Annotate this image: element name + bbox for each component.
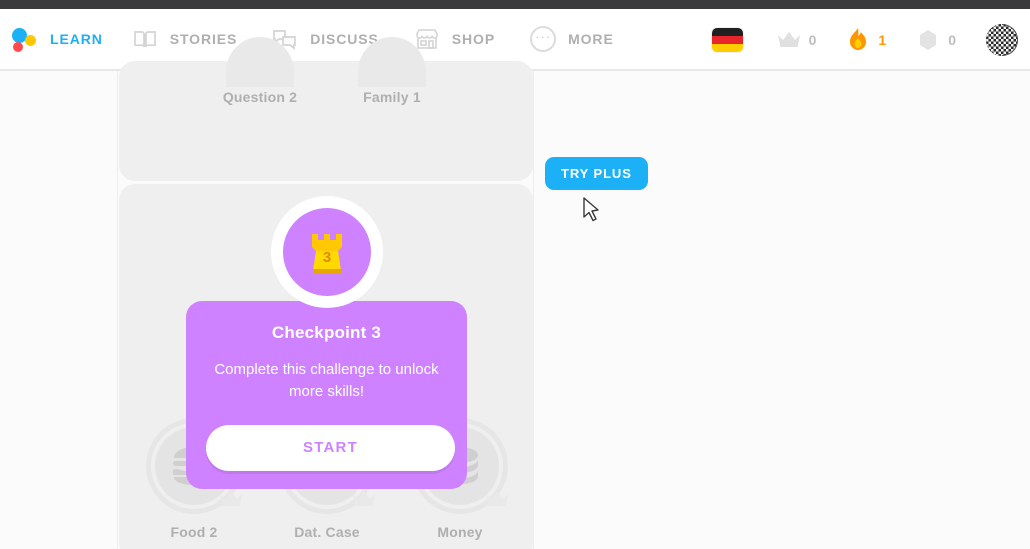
stat-gems[interactable]: 0 bbox=[916, 28, 956, 52]
crown-icon bbox=[484, 488, 510, 510]
duolingo-learn-page: LEARN STORIES DISCUSS SHOP ··· MORE 0 1 … bbox=[0, 0, 1030, 549]
nav-item-label-stories: STORIES bbox=[169, 31, 238, 47]
crown-icon bbox=[218, 488, 244, 510]
stat-crowns-value: 0 bbox=[808, 32, 817, 48]
skill-label-money: Money bbox=[437, 524, 483, 540]
skill-label-dat-case: Dat. Case bbox=[294, 524, 360, 540]
crown-icon bbox=[351, 488, 377, 510]
nav-item-stories[interactable]: STORIES bbox=[131, 26, 238, 52]
flame-icon bbox=[846, 28, 870, 52]
stat-streak[interactable]: 1 bbox=[846, 28, 886, 52]
stat-gems-value: 0 bbox=[948, 32, 956, 48]
popup-title: Checkpoint 3 bbox=[271, 323, 382, 342]
logo-home-link[interactable]: LEARN bbox=[10, 24, 103, 54]
german-flag-icon[interactable] bbox=[711, 28, 743, 52]
nav-item-discuss[interactable]: DISCUSS bbox=[271, 26, 379, 52]
tree-right-rail bbox=[533, 71, 534, 549]
checkpoint-popup: Checkpoint 3 Complete this challenge to … bbox=[186, 290, 467, 489]
browser-top-strip bbox=[0, 0, 1030, 9]
nav-item-more[interactable]: ··· MORE bbox=[529, 26, 614, 52]
stat-streak-value: 1 bbox=[878, 32, 887, 48]
book-icon bbox=[131, 26, 159, 52]
nav-item-label-more: MORE bbox=[568, 31, 614, 47]
checkpoint-node[interactable]: 3 bbox=[271, 196, 383, 308]
gem-icon bbox=[916, 28, 940, 52]
duolingo-dots-logo-icon bbox=[10, 24, 40, 54]
popup-description: Complete this challenge to unlock more s… bbox=[214, 361, 439, 400]
try-plus-button[interactable]: TRY PLUS bbox=[545, 157, 648, 190]
avatar[interactable] bbox=[986, 24, 1018, 56]
skill-label-food-2: Food 2 bbox=[170, 524, 218, 540]
learn-tree-content: Question 2 Family 1 3 Checkpoint 3 Compl… bbox=[0, 37, 1030, 549]
start-button[interactable]: START bbox=[206, 424, 455, 471]
nav-item-label-discuss: DISCUSS bbox=[310, 31, 379, 47]
header-status-group: 0 1 0 bbox=[711, 9, 1018, 71]
crown-icon bbox=[777, 28, 801, 52]
stat-crowns[interactable]: 0 bbox=[777, 28, 817, 52]
nav-item-shop[interactable]: SHOP bbox=[413, 26, 495, 52]
ellipsis-circle-icon: ··· bbox=[529, 26, 557, 52]
tree-left-rail bbox=[117, 71, 118, 549]
nav-item-label-learn: LEARN bbox=[50, 31, 103, 47]
checkpoint-node-number: 3 bbox=[322, 249, 332, 266]
nav-item-label-shop: SHOP bbox=[451, 31, 496, 47]
mouse-pointer-icon bbox=[583, 197, 603, 225]
skill-section-upper bbox=[119, 61, 533, 181]
skill-label-question-2: Question 2 bbox=[222, 89, 298, 105]
skill-label-family-1: Family 1 bbox=[363, 89, 421, 105]
